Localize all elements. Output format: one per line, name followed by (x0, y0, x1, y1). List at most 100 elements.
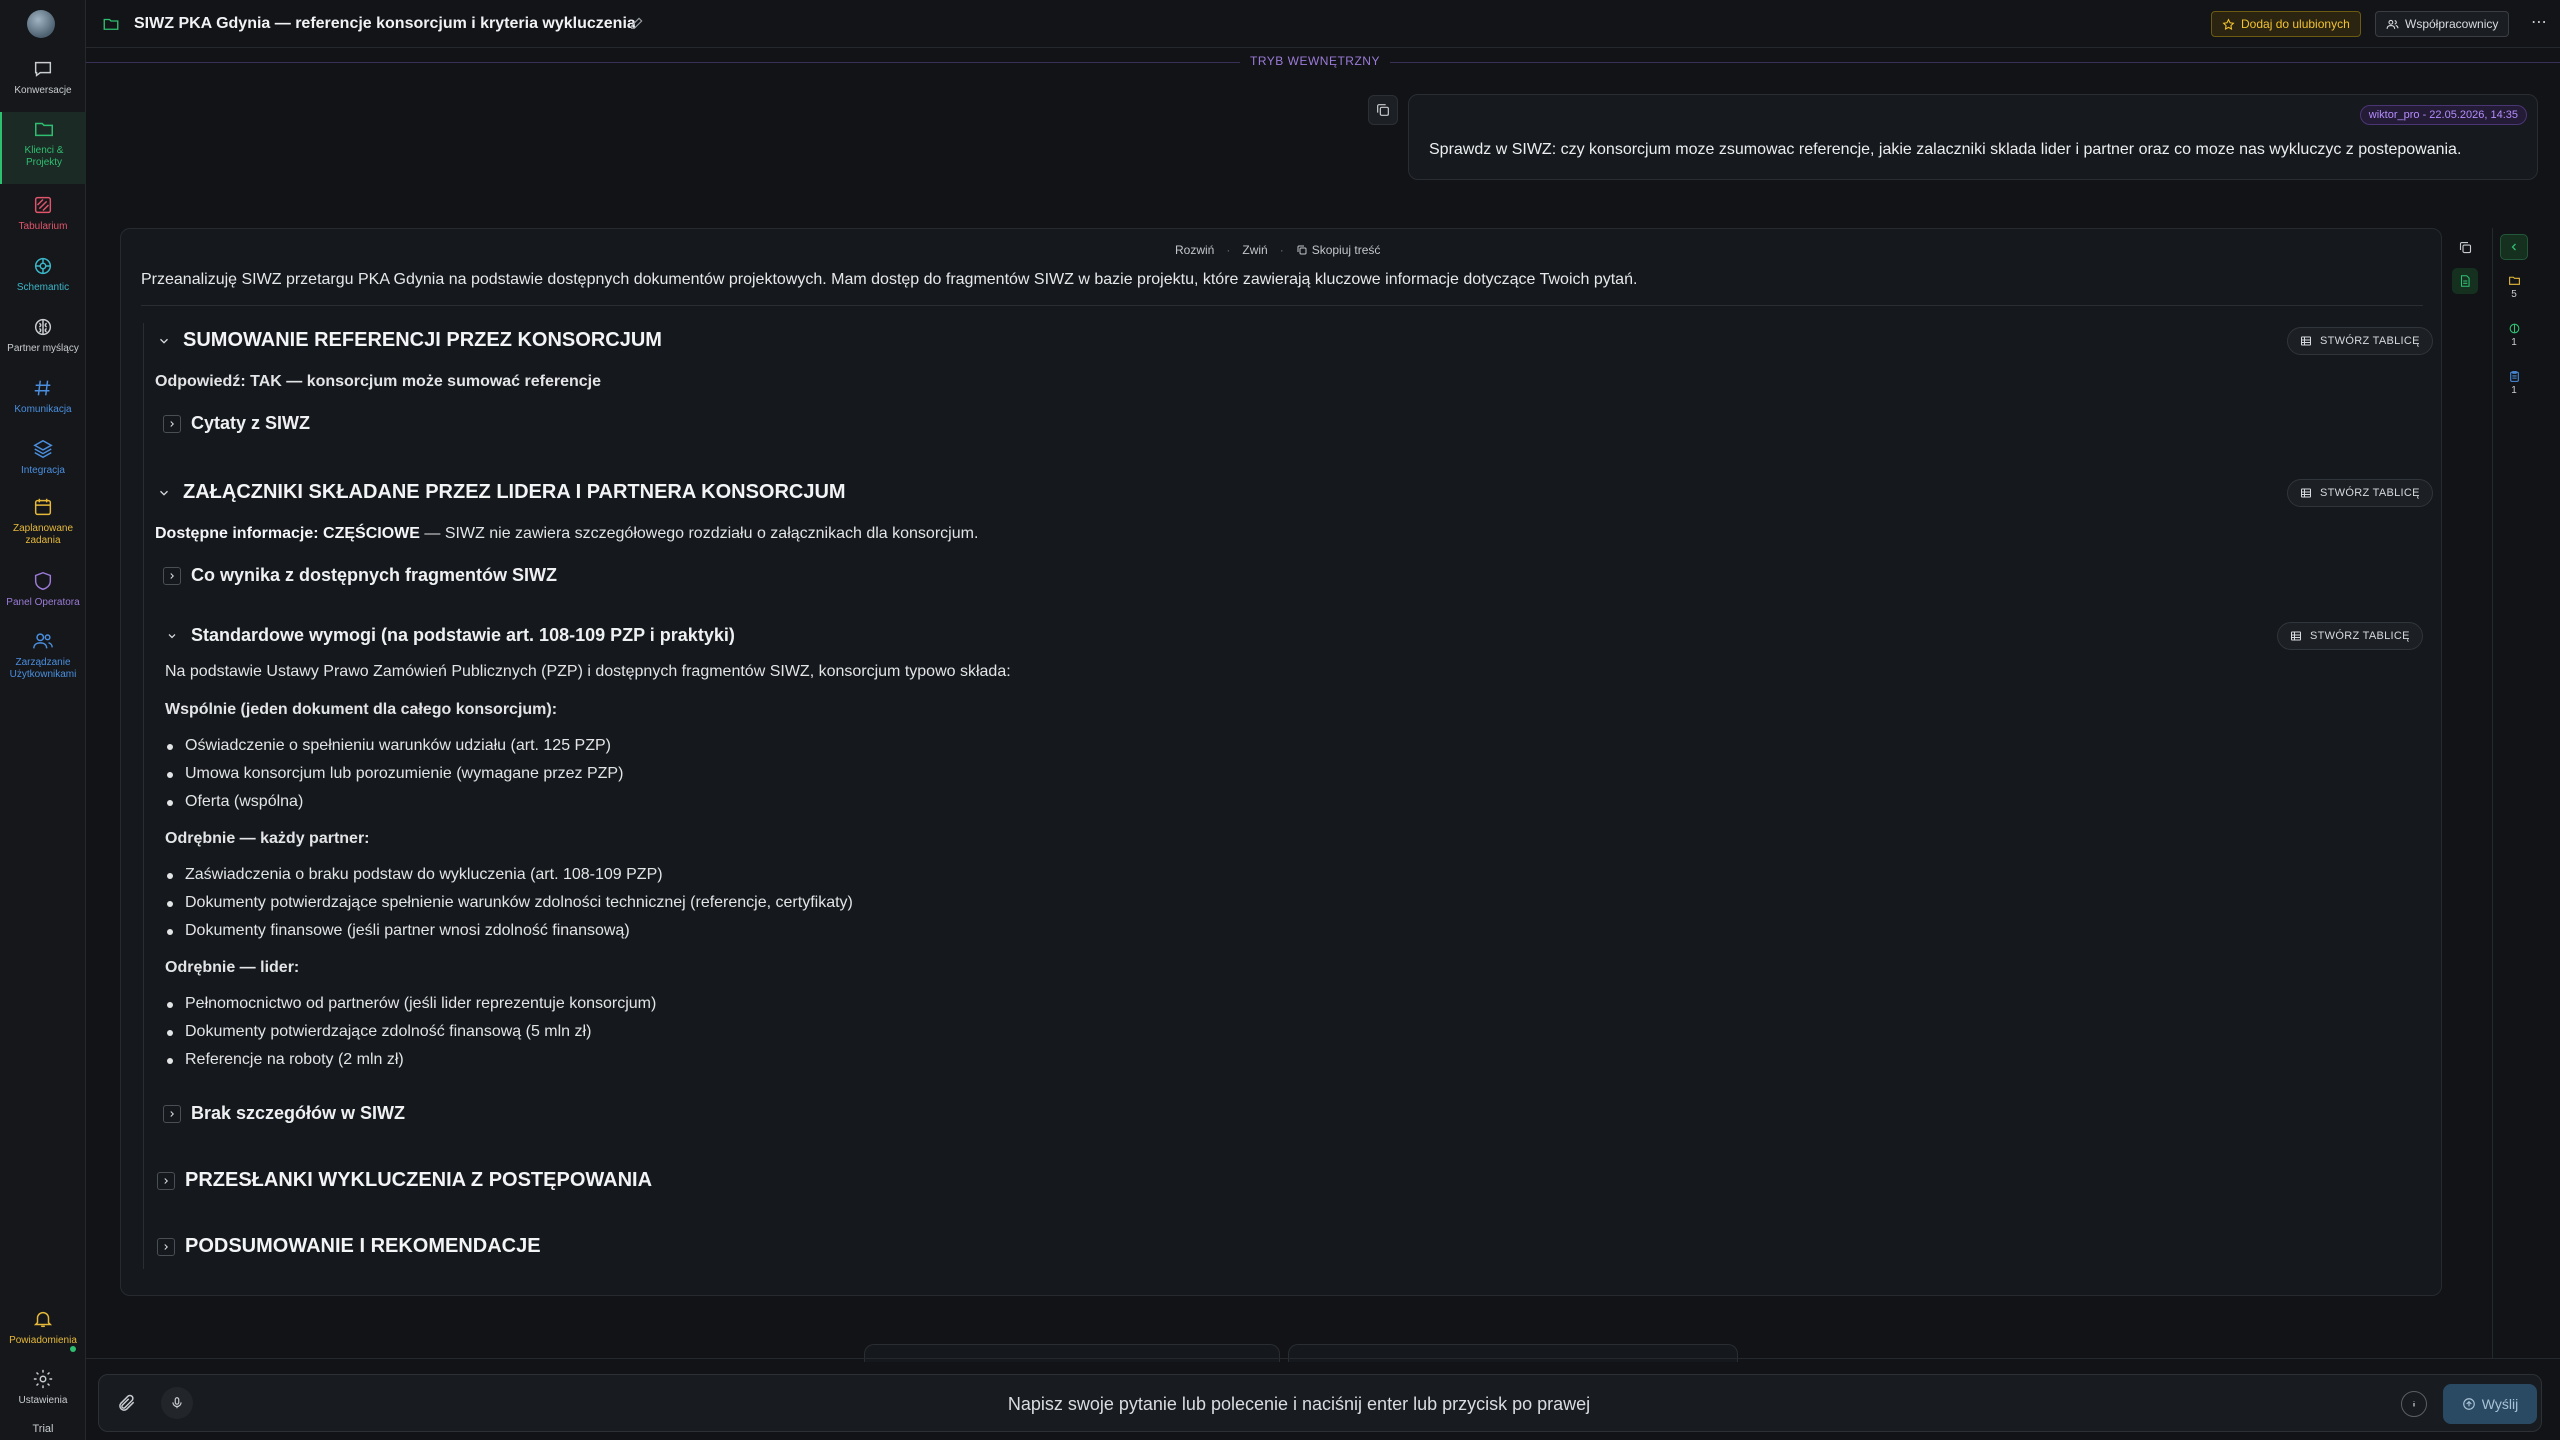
chevron-left-icon (2511, 243, 2516, 251)
gear-icon (33, 1369, 53, 1389)
brain-icon (2509, 323, 2519, 334)
section-header-exclusion[interactable]: PRZESŁANKI WYKLUCZENIA Z POSTĘPOWANIA (157, 1169, 652, 1192)
top-bar: SIWZ PKA Gdynia — referencje konsorcjum … (86, 0, 2560, 48)
sidebar-item-communication[interactable]: Komunikacja (0, 377, 86, 416)
section-header-attachments[interactable]: ZAŁĄCZNIKI SKŁADANE PRZEZ LIDERA I PARTN… (155, 481, 846, 504)
chevron-down-icon (163, 627, 181, 645)
send-button[interactable]: Wyślij (2443, 1384, 2537, 1424)
sidebar-item-tabularium[interactable]: Tabularium (0, 194, 86, 233)
shield-icon (34, 571, 52, 591)
list-item: Oferta (wspólna) (165, 793, 303, 811)
sidebar-item-settings[interactable]: Ustawienia (0, 1368, 86, 1407)
collapse-all-button[interactable]: Zwiń (1242, 243, 1267, 257)
sidebar: Konwersacje Klienci & Projekty Tabulariu… (0, 0, 86, 1440)
suggestion-chip[interactable] (864, 1344, 1280, 1362)
add-favorite-button[interactable]: Dodaj do ulubionych (2211, 11, 2361, 37)
chevron-right-icon (163, 1104, 181, 1123)
subsection-header-quotes[interactable]: Cytaty z SIWZ (163, 413, 310, 434)
context-brain[interactable]: 1 (2500, 322, 2528, 348)
star-icon (2222, 17, 2235, 30)
table-icon (2301, 488, 2311, 498)
create-table-button[interactable]: STWÓRZ TABLICĘ (2287, 479, 2433, 507)
folder-icon (103, 18, 119, 30)
create-table-button[interactable]: STWÓRZ TABLICĘ (2277, 622, 2423, 650)
subsection-header-fragments[interactable]: Co wynika z dostępnych fragmentów SIWZ (163, 565, 557, 586)
context-folders[interactable]: 5 (2500, 274, 2528, 300)
sidebar-item-operator-panel[interactable]: Panel Operatora (0, 570, 86, 609)
subsection-header-missing[interactable]: Brak szczegółów w SIWZ (163, 1103, 405, 1124)
copy-response-button[interactable] (2452, 234, 2478, 260)
schemantic-icon (34, 257, 52, 275)
collaborators-button[interactable]: Współpracownicy (2375, 11, 2510, 37)
chat-icon (34, 61, 52, 77)
copy-icon (2459, 241, 2471, 253)
list-item: Oświadczenie o spełnieniu warunków udzia… (165, 737, 611, 755)
calendar-icon (34, 498, 52, 516)
sidebar-item-clients-projects[interactable]: Klienci & Projekty (0, 112, 86, 184)
sidebar-item-scheduled-tasks[interactable]: Zaplanowane zadania (0, 496, 86, 547)
message-input[interactable]: Napisz swoje pytanie lub polecenie i nac… (99, 1394, 2499, 1415)
sidebar-item-notifications[interactable]: Powiadomienia (0, 1308, 86, 1347)
list-item: Zaświadczenia o braku podstaw do wyklucz… (165, 866, 663, 884)
divider (86, 1358, 2560, 1359)
list-item: Dokumenty potwierdzające spełnienie waru… (165, 894, 853, 912)
context-rail (2492, 228, 2536, 1358)
chevron-right-icon (157, 1237, 175, 1256)
copy-content-button[interactable]: Skopiuj treść (1296, 243, 1380, 257)
message-composer: Napisz swoje pytanie lub polecenie i nac… (98, 1374, 2542, 1432)
list-item: Dokumenty finansowe (jeśli partner wnosi… (165, 922, 630, 940)
leader-title: Odrębnie — lider: (165, 959, 300, 976)
brain-icon (34, 318, 52, 336)
list-item: Umowa konsorcjum lub porozumienie (wymag… (165, 765, 623, 783)
export-document-button[interactable] (2452, 268, 2478, 294)
sidebar-item-thinking-partner[interactable]: Partner myślący (0, 316, 86, 355)
partner-title: Odrębnie — każdy partner: (165, 830, 370, 847)
edit-icon[interactable] (629, 15, 645, 31)
message-controls: Rozwiń · Zwiń · Skopiuj treść (1175, 243, 1381, 257)
tabularium-icon (34, 196, 52, 214)
sidebar-item-schemantic[interactable]: Schemantic (0, 255, 86, 294)
user-message-text: Sprawdz w SIWZ: czy konsorcjum moze zsum… (1429, 141, 2462, 158)
message-meta-badge: wiktor_pro - 22.05.2026, 14:35 (2359, 105, 2527, 125)
sidebar-item-conversations[interactable]: Konwersacje (0, 58, 86, 97)
section-header-references[interactable]: SUMOWANIE REFERENCJI PRZEZ KONSORCJUM (155, 329, 662, 352)
app-logo[interactable] (27, 10, 55, 38)
copy-icon (1297, 245, 1307, 255)
copy-icon (1377, 104, 1389, 116)
copy-message-button[interactable] (1368, 95, 1398, 125)
sidebar-item-integration[interactable]: Integracja (0, 438, 86, 477)
info-icon[interactable] (2401, 1391, 2427, 1417)
suggestion-chip[interactable] (1288, 1344, 1738, 1362)
expand-all-button[interactable]: Rozwiń (1175, 243, 1214, 257)
hash-icon (34, 380, 51, 396)
trial-label: Trial (32, 1423, 54, 1435)
list-item: Referencje na roboty (2 mln zł) (165, 1051, 404, 1069)
chevron-right-icon (157, 1171, 175, 1190)
table-icon (2301, 336, 2311, 346)
chevron-down-icon (155, 484, 173, 502)
users-icon (33, 633, 53, 649)
chevron-right-icon (163, 566, 181, 585)
answer-text: Odpowiedź: TAK — konsorcjum może sumować… (155, 373, 602, 390)
bell-icon (33, 1311, 53, 1328)
clipboard-icon (2509, 371, 2519, 382)
chevron-right-icon (163, 414, 181, 433)
thread-line (143, 323, 144, 1269)
list-item: Dokumenty potwierdzające zdolność finans… (165, 1023, 591, 1041)
folder-icon (35, 122, 53, 137)
joint-title: Wspólnie (jeden dokument dla całego kons… (165, 701, 558, 718)
context-documents[interactable]: 1 (2500, 370, 2528, 396)
chevron-down-icon (155, 332, 173, 350)
more-options-icon[interactable]: ⋯ (2531, 12, 2548, 32)
collapse-panel-button[interactable] (2500, 234, 2528, 260)
users-icon (2386, 19, 2399, 29)
sidebar-item-user-management[interactable]: Zarządzanie Użytkownikami (0, 630, 86, 681)
table-icon (2291, 631, 2301, 641)
create-table-button[interactable]: STWÓRZ TABLICĘ (2287, 327, 2433, 355)
assistant-message: Rozwiń · Zwiń · Skopiuj treść Przeanaliz… (120, 228, 2442, 1296)
mode-label: TRYB WEWNĘTRZNY (1240, 54, 1390, 68)
subsection-header-standard[interactable]: Standardowe wymogi (na podstawie art. 10… (163, 625, 735, 646)
standard-intro: Na podstawie Ustawy Prawo Zamówień Publi… (165, 663, 1011, 680)
user-message: wiktor_pro - 22.05.2026, 14:35 Sprawdz w… (1408, 94, 2538, 180)
section-header-summary[interactable]: PODSUMOWANIE I REKOMENDACJE (157, 1235, 541, 1258)
